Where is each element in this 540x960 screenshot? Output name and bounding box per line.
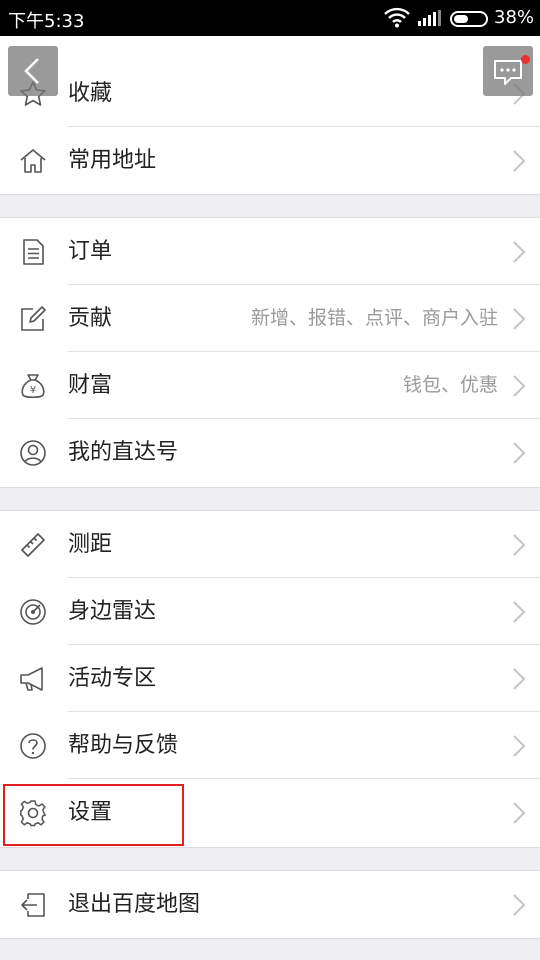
chevron-right-icon xyxy=(513,894,526,916)
menu-subtitle: 新增、报错、点评、商户入驻 xyxy=(250,307,498,329)
status-time: 下午5:33 xyxy=(8,11,85,32)
chevron-right-icon xyxy=(513,668,526,690)
notification-dot xyxy=(521,55,530,64)
chevron-right-icon xyxy=(513,150,526,172)
menu-label: 贡献 xyxy=(68,306,113,331)
menu-label: 退出百度地图 xyxy=(68,892,201,917)
chevron-right-icon xyxy=(513,375,526,397)
menu-subtitle: 钱包、优惠 xyxy=(402,374,498,396)
back-button[interactable] xyxy=(8,46,58,96)
money-bag-icon: ¥ xyxy=(21,374,45,399)
message-icon xyxy=(494,60,522,85)
menu-label: 收藏 xyxy=(68,81,113,106)
radar-icon xyxy=(20,599,46,625)
menu-label: 身边雷达 xyxy=(68,599,157,624)
edit-icon xyxy=(21,306,46,331)
menu-item-exit[interactable]: 退出百度地图 xyxy=(0,871,540,938)
message-button[interactable] xyxy=(483,46,533,96)
help-icon xyxy=(20,733,46,759)
section-account: 订单 贡献 新增、报错、点评、商户入驻 ¥ 财富 钱包、优惠 我的直达号 xyxy=(0,217,540,488)
menu-label: 活动专区 xyxy=(68,666,157,691)
exit-icon xyxy=(21,893,45,917)
chevron-right-icon xyxy=(513,308,526,330)
menu-item-favorites[interactable]: 收藏 xyxy=(0,60,540,127)
signal-icon xyxy=(418,10,441,26)
section-favorites: 收藏 常用地址 xyxy=(0,36,540,195)
megaphone-icon xyxy=(20,667,43,691)
menu-item-frequent-addresses[interactable]: 常用地址 xyxy=(0,127,540,194)
wifi-icon xyxy=(384,7,410,28)
profile-circle-icon xyxy=(20,440,46,466)
menu-item-help-feedback[interactable]: 帮助与反馈 xyxy=(0,712,540,779)
menu-item-contribute[interactable]: 贡献 新增、报错、点评、商户入驻 xyxy=(0,285,540,352)
chevron-left-icon xyxy=(24,58,39,84)
menu-item-activity-zone[interactable]: 活动专区 xyxy=(0,645,540,712)
section-exit: 退出百度地图 xyxy=(0,870,540,939)
chevron-right-icon xyxy=(513,735,526,757)
chevron-right-icon xyxy=(513,534,526,556)
battery-percent: 38% xyxy=(494,7,535,28)
menu-label: 订单 xyxy=(68,239,113,264)
document-icon xyxy=(23,239,44,265)
menu-item-direct-account[interactable]: 我的直达号 xyxy=(0,419,540,486)
status-bar: 下午5:33 38% xyxy=(0,0,540,36)
ruler-icon xyxy=(21,533,45,557)
battery-icon xyxy=(450,11,488,27)
chevron-right-icon xyxy=(513,241,526,263)
chevron-right-icon xyxy=(513,802,526,824)
chevron-right-icon xyxy=(513,442,526,464)
home-icon xyxy=(20,149,46,173)
menu-label: 常用地址 xyxy=(68,148,157,173)
chevron-right-icon xyxy=(513,601,526,623)
menu-label: 财富 xyxy=(68,373,113,398)
menu-item-nearby-radar[interactable]: 身边雷达 xyxy=(0,578,540,645)
menu-item-orders[interactable]: 订单 xyxy=(0,218,540,285)
menu-label: 我的直达号 xyxy=(68,440,179,465)
settings-highlight-box xyxy=(3,784,184,846)
menu-item-measure-distance[interactable]: 测距 xyxy=(0,511,540,578)
menu-item-wealth[interactable]: ¥ 财富 钱包、优惠 xyxy=(0,352,540,419)
menu-label: 测距 xyxy=(68,532,113,557)
menu-label: 帮助与反馈 xyxy=(68,733,179,758)
svg-text:¥: ¥ xyxy=(30,385,36,396)
